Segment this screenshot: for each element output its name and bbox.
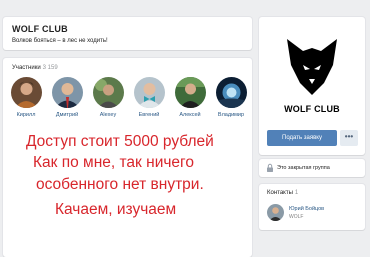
member-name[interactable]: Дмитрий bbox=[47, 112, 87, 118]
member-item[interactable]: Алексей bbox=[170, 77, 210, 118]
group-name: WOLF CLUB bbox=[12, 24, 68, 34]
member-item[interactable]: Alexey bbox=[88, 77, 128, 118]
overlay-line-3: особенного нет внутри. bbox=[36, 176, 204, 193]
member-name[interactable]: Alexey bbox=[88, 112, 128, 118]
lock-icon bbox=[267, 163, 273, 172]
member-avatar[interactable] bbox=[215, 77, 247, 108]
group-status: Волков бояться – в лес не ходить! bbox=[12, 38, 108, 44]
privacy-card: Это закрытая группа bbox=[259, 159, 365, 177]
member-avatar[interactable] bbox=[51, 77, 83, 108]
member-item[interactable]: Владимир bbox=[211, 77, 251, 118]
member-item[interactable]: Дмитрий bbox=[47, 77, 87, 118]
member-name[interactable]: Алексей bbox=[170, 112, 210, 118]
contact-name[interactable]: Юрий Бойцов bbox=[289, 206, 324, 212]
wolf-logo-icon[interactable] bbox=[283, 35, 341, 99]
member-name[interactable]: Кирилл bbox=[6, 112, 46, 118]
group-cover-card: WOLF CLUB Подать заявку ••• bbox=[259, 17, 365, 155]
member-item[interactable]: Кирилл bbox=[6, 77, 46, 118]
overlay-line-4: Качаем, изучаем bbox=[55, 201, 177, 218]
member-name[interactable]: Евгений bbox=[129, 112, 169, 118]
member-avatar[interactable] bbox=[133, 77, 165, 108]
contacts-header[interactable]: Контакты 1 bbox=[267, 190, 298, 196]
more-button[interactable]: ••• bbox=[340, 130, 358, 146]
group-header-card: WOLF CLUB Волков бояться – в лес не ходи… bbox=[3, 17, 252, 50]
member-avatar[interactable] bbox=[10, 77, 42, 108]
contact-role: WOLF bbox=[289, 214, 304, 220]
member-item[interactable]: Евгений bbox=[129, 77, 169, 118]
overlay-line-1: Доступ стоит 5000 рублей bbox=[26, 133, 214, 150]
overlay-line-2: Как по мне, так ничего bbox=[33, 154, 194, 171]
contacts-count: 1 bbox=[294, 190, 299, 196]
apply-button[interactable]: Подать заявку bbox=[267, 130, 337, 146]
members-header[interactable]: Участники 3 159 bbox=[12, 65, 58, 71]
privacy-text: Это закрытая группа bbox=[277, 165, 330, 171]
members-title: Участники bbox=[12, 65, 41, 71]
member-name[interactable]: Владимир bbox=[211, 112, 251, 118]
member-avatar[interactable] bbox=[174, 77, 206, 108]
logo-text: WOLF CLUB bbox=[284, 104, 340, 114]
member-avatar[interactable] bbox=[92, 77, 124, 108]
members-count: 3 159 bbox=[42, 65, 58, 71]
contact-avatar[interactable] bbox=[267, 204, 284, 221]
contacts-card: Контакты 1 Юрий Бойцов WOLF bbox=[259, 184, 365, 230]
contacts-title: Контакты bbox=[267, 190, 293, 196]
